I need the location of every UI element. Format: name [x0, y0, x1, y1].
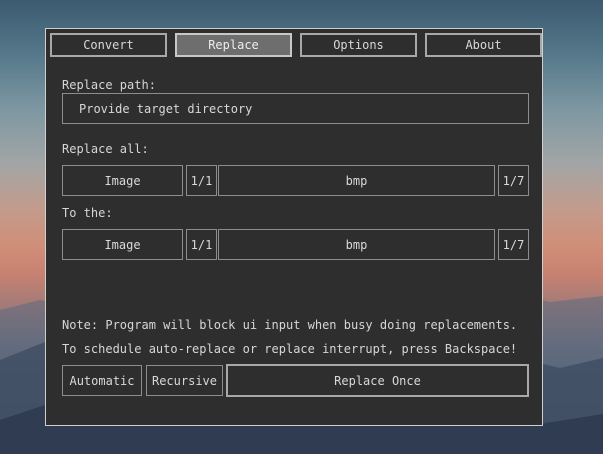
tab-options[interactable]: Options [300, 33, 417, 57]
tab-convert[interactable]: Convert [50, 33, 167, 57]
to-the-index-button[interactable]: 1/1 [186, 229, 217, 260]
tab-about[interactable]: About [425, 33, 542, 57]
tab-replace[interactable]: Replace [175, 33, 292, 57]
hint-text: To schedule auto-replace or replace inte… [62, 342, 518, 356]
replace-path-input[interactable]: Provide target directory [62, 93, 529, 124]
replace-path-label: Replace path: [62, 78, 156, 92]
to-the-type-selector[interactable]: Image [62, 229, 183, 260]
replace-once-button[interactable]: Replace Once [226, 364, 529, 397]
replace-all-index-button[interactable]: 1/1 [186, 165, 217, 196]
to-the-label: To the: [62, 206, 113, 220]
replace-all-type-selector[interactable]: Image [62, 165, 183, 196]
replace-all-label: Replace all: [62, 142, 149, 156]
replace-window: Convert Replace Options About Replace pa… [45, 28, 543, 426]
replace-all-format-selector[interactable]: bmp [218, 165, 495, 196]
to-the-count-button[interactable]: 1/7 [498, 229, 529, 260]
to-the-format-selector[interactable]: bmp [218, 229, 495, 260]
note-text: Note: Program will block ui input when b… [62, 318, 518, 332]
replace-all-count-button[interactable]: 1/7 [498, 165, 529, 196]
recursive-button[interactable]: Recursive [146, 365, 223, 396]
automatic-button[interactable]: Automatic [62, 365, 142, 396]
